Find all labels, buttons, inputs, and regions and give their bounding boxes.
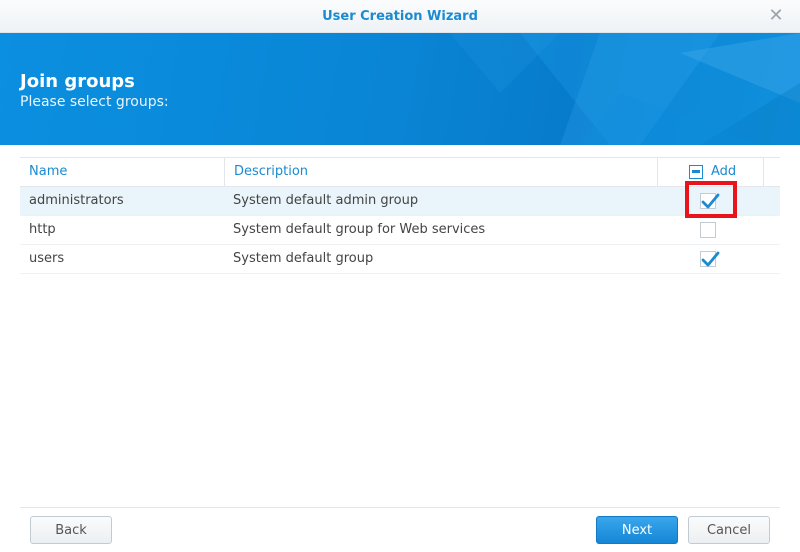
add-cell <box>657 245 764 273</box>
add-cell <box>657 187 764 215</box>
table-row[interactable]: http System default group for Web servic… <box>20 216 780 245</box>
next-button[interactable]: Next <box>596 516 678 544</box>
back-button[interactable]: Back <box>30 516 112 544</box>
column-header-name[interactable]: Name <box>20 158 224 186</box>
column-header-add: Add <box>657 158 764 186</box>
table-row[interactable]: administrators System default admin grou… <box>20 187 780 216</box>
footer-divider <box>20 507 780 508</box>
wizard-banner: Join groups Please select groups: <box>0 33 800 145</box>
select-all-checkbox[interactable] <box>689 165 703 179</box>
column-header-add-label: Add <box>711 164 737 179</box>
cancel-button[interactable]: Cancel <box>688 516 770 544</box>
add-cell <box>657 216 764 244</box>
page-heading: Join groups <box>20 71 135 92</box>
group-description: System default admin group <box>233 193 419 208</box>
group-name: users <box>29 251 65 266</box>
add-checkbox[interactable] <box>700 222 716 238</box>
table-header: Name Description Add <box>20 158 780 187</box>
group-name: http <box>29 222 56 237</box>
page-subheading: Please select groups: <box>20 94 169 110</box>
table-row[interactable]: users System default group <box>20 245 780 274</box>
window-titlebar: User Creation Wizard ✕ <box>0 0 800 33</box>
check-icon <box>701 193 720 209</box>
add-checkbox[interactable] <box>700 193 720 209</box>
check-icon <box>701 251 720 267</box>
window-title: User Creation Wizard <box>322 9 478 24</box>
group-description: System default group <box>233 251 374 266</box>
group-name: administrators <box>29 193 124 208</box>
groups-table: Name Description Add administrators Syst… <box>20 157 780 274</box>
column-header-description[interactable]: Description <box>224 158 657 186</box>
add-checkbox[interactable] <box>700 251 720 267</box>
group-description: System default group for Web services <box>233 222 486 237</box>
close-icon[interactable]: ✕ <box>766 6 786 26</box>
